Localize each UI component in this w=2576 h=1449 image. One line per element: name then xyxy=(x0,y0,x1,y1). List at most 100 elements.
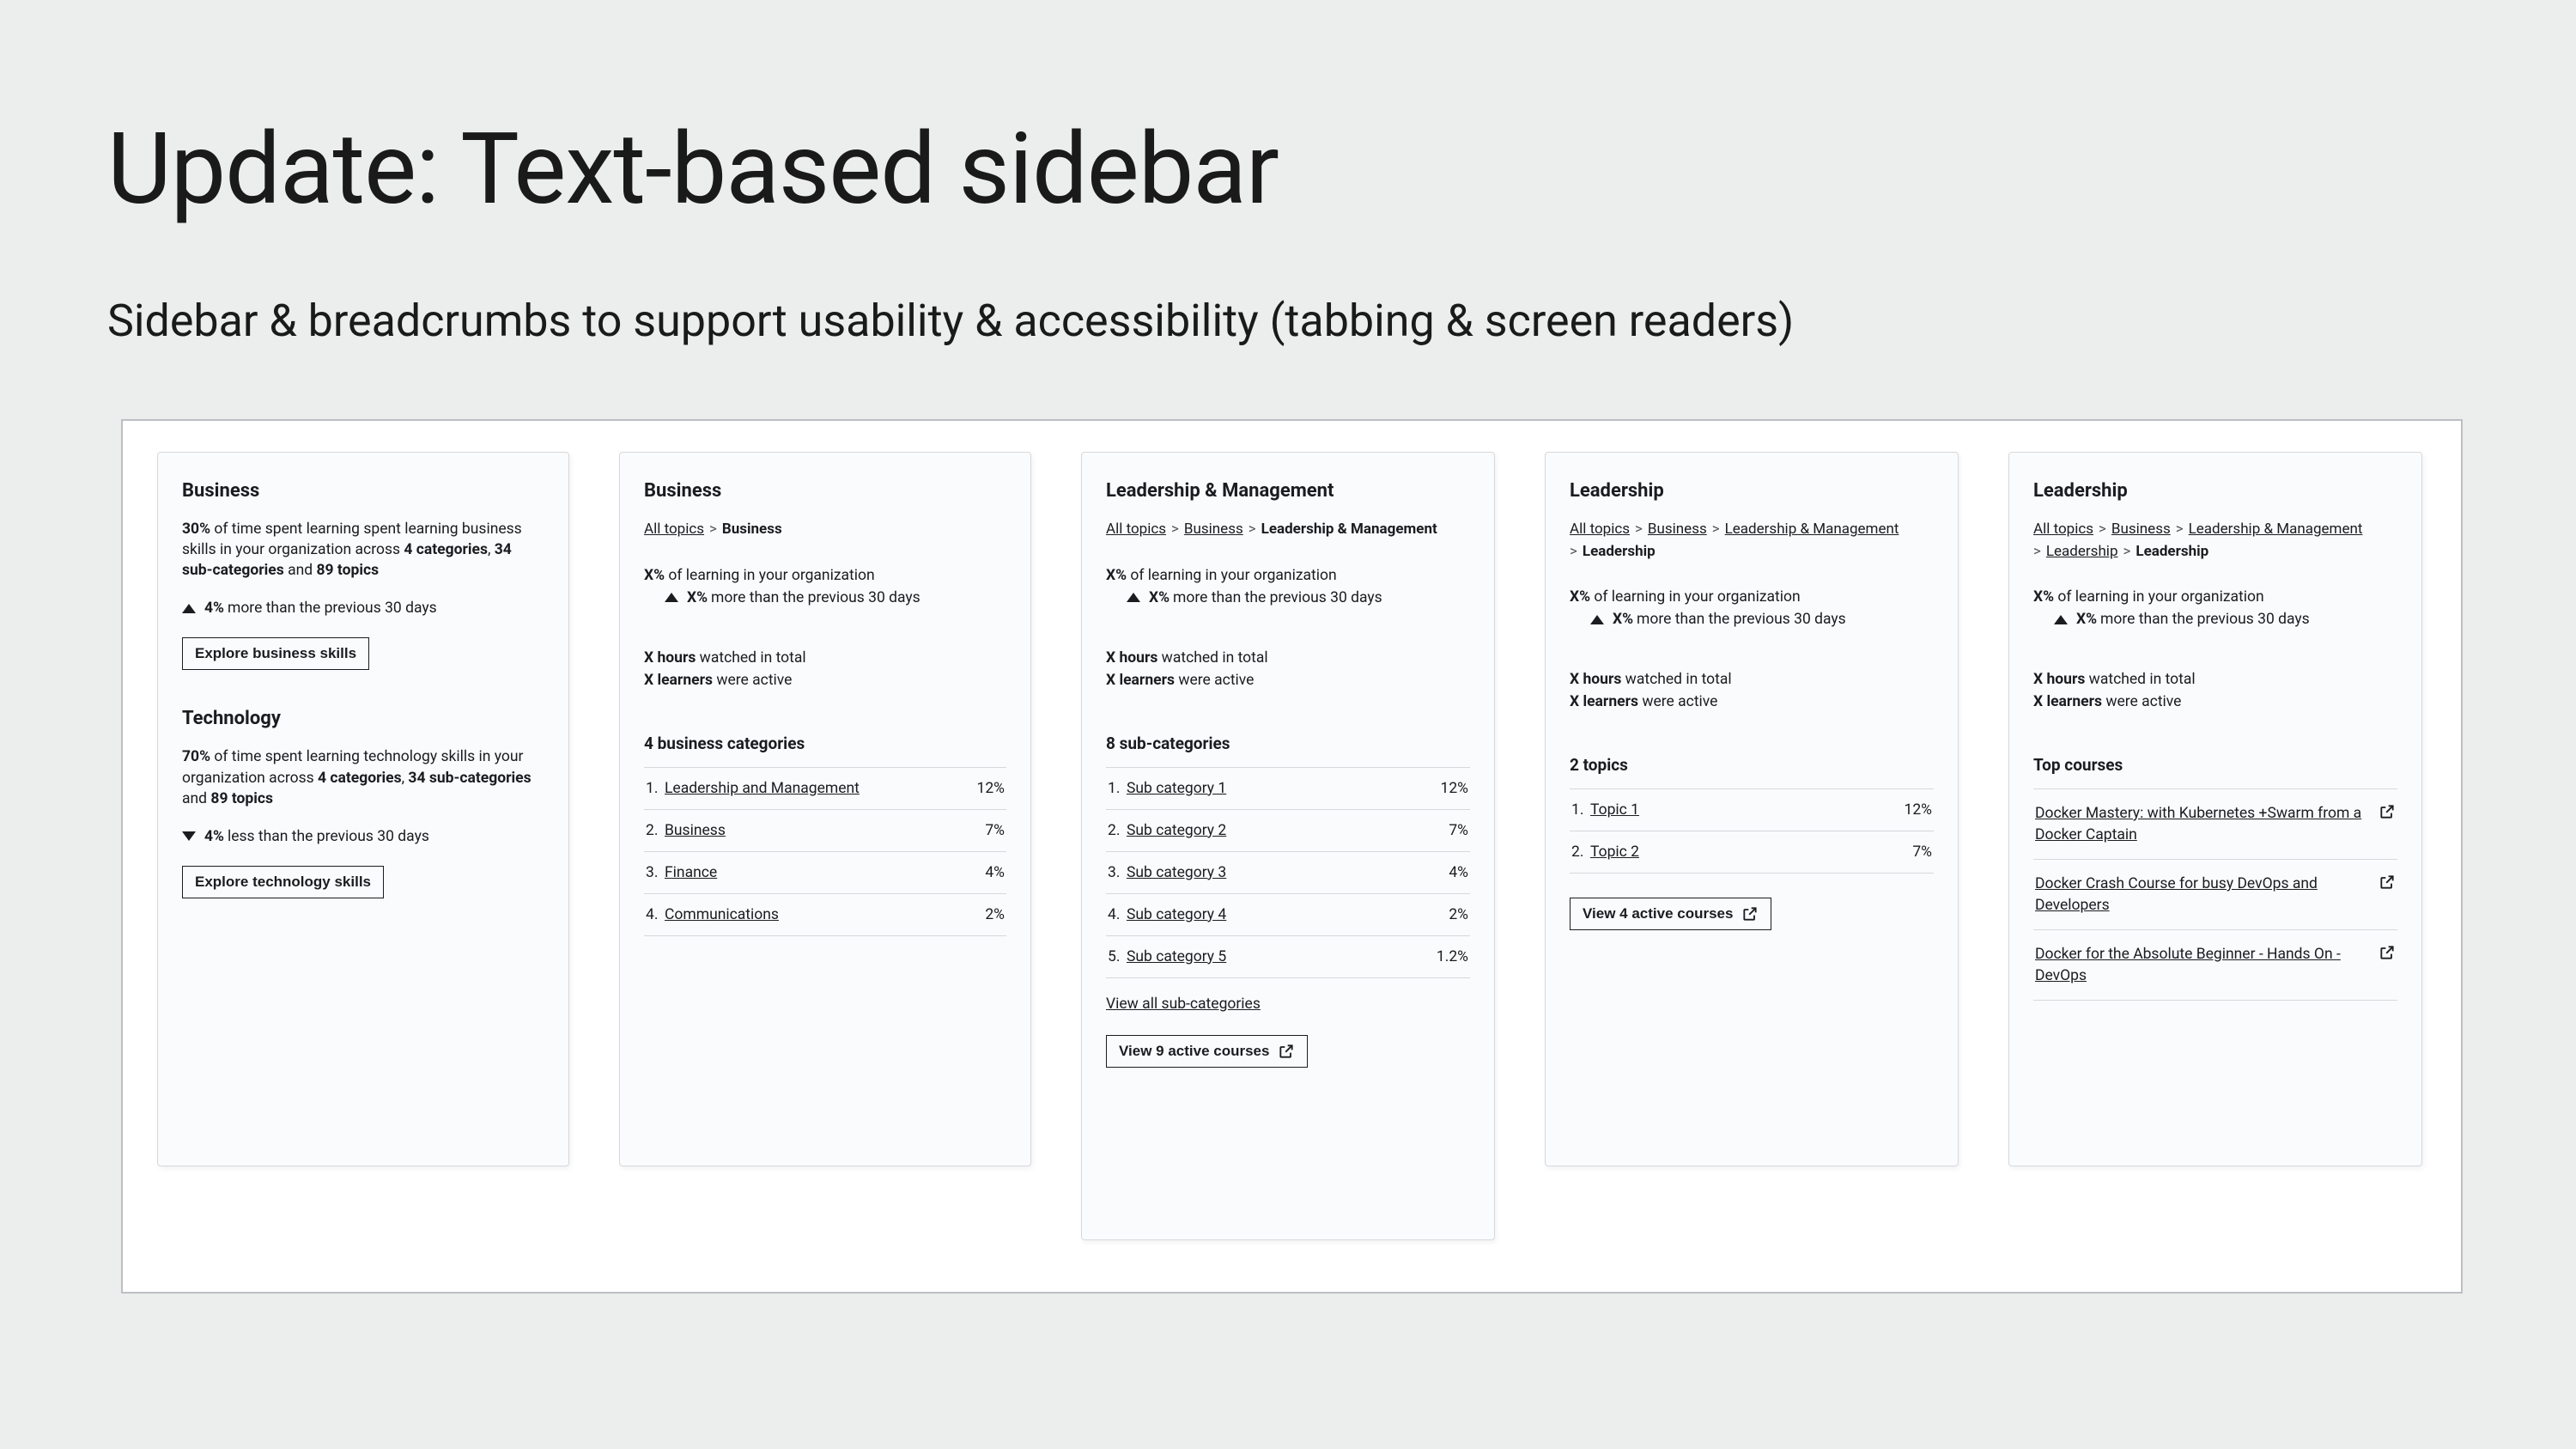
list-item: 3.Sub category 34% xyxy=(1106,852,1470,894)
panel-business: Business All topics>Business X% of learn… xyxy=(619,452,1031,1166)
crumb-current: Leadership xyxy=(1583,543,1656,560)
triangle-down-icon xyxy=(182,831,196,841)
panel-leadership-management: Leadership & Management All topics>Busin… xyxy=(1081,452,1495,1240)
crumb-current: Leadership xyxy=(2136,543,2208,560)
slide-subtitle: Sidebar & breadcrumbs to support usabili… xyxy=(107,295,2469,347)
crumb-business[interactable]: Business xyxy=(1184,521,1243,538)
panel4-breadcrumb: All topics>Business>Leadership & Managem… xyxy=(1570,519,1934,563)
panel4-org-pct: X% of learning in your organization xyxy=(1570,588,1934,606)
triangle-up-icon xyxy=(1127,593,1140,602)
crumb-leadership-management[interactable]: Leadership & Management xyxy=(2189,521,2363,538)
external-link-icon[interactable] xyxy=(2379,803,2396,820)
subcategory-link[interactable]: Sub category 2 xyxy=(1127,822,1449,839)
panel5-org-pct: X% of learning in your organization xyxy=(2033,588,2397,606)
panel3-learners: X learners were active xyxy=(1106,672,1470,689)
course-link[interactable]: Docker Mastery: with Kubernetes +Swarm f… xyxy=(2035,803,2366,845)
mockup-canvas: Business 30% of time spent learning spen… xyxy=(121,419,2463,1294)
technology-delta: 4% less than the previous 30 days xyxy=(182,828,544,845)
course-link[interactable]: Docker Crash Course for busy DevOps and … xyxy=(2035,874,2366,916)
panel3-breadcrumb: All topics>Business>Leadership & Managem… xyxy=(1106,519,1470,541)
panel5-heading: Leadership xyxy=(2033,480,2397,502)
triangle-up-icon xyxy=(1590,615,1604,624)
topic-link[interactable]: Topic 1 xyxy=(1590,801,1905,819)
panel2-breadcrumb: All topics>Business xyxy=(644,519,1006,541)
explore-technology-button[interactable]: Explore technology skills xyxy=(182,866,384,898)
panel4-heading: Leadership xyxy=(1570,480,1934,502)
list-item: 3.Finance4% xyxy=(644,852,1006,894)
crumb-leadership-management[interactable]: Leadership & Management xyxy=(1725,521,1899,538)
panel-leadership-topics: Leadership All topics>Business>Leadershi… xyxy=(1545,452,1959,1166)
panel3-hours: X hours watched in total xyxy=(1106,649,1470,667)
list-item: 2.Topic 27% xyxy=(1570,831,1934,874)
subcategory-link[interactable]: Sub category 5 xyxy=(1127,948,1437,965)
crumb-business[interactable]: Business xyxy=(1648,521,1707,538)
list-item: 4.Communications2% xyxy=(644,894,1006,936)
triangle-up-icon xyxy=(2054,615,2068,624)
list-item: 2.Sub category 27% xyxy=(1106,810,1470,852)
crumb-all-topics[interactable]: All topics xyxy=(1570,521,1630,538)
view-active-courses-button[interactable]: View 4 active courses xyxy=(1570,898,1771,930)
list-item: 2.Business7% xyxy=(644,810,1006,852)
crumb-leadership[interactable]: Leadership xyxy=(2046,543,2118,560)
panel2-list: 1.Leadership and Management12% 2.Busines… xyxy=(644,767,1006,936)
topic-link[interactable]: Topic 2 xyxy=(1590,843,1912,861)
subcategory-link[interactable]: Sub category 4 xyxy=(1127,906,1449,923)
panel2-delta: X% more than the previous 30 days xyxy=(665,589,1006,606)
category-link[interactable]: Communications xyxy=(665,906,985,923)
panel3-list-heading: 8 sub-categories xyxy=(1106,734,1470,753)
list-item: 1.Leadership and Management12% xyxy=(644,768,1006,810)
course-item: Docker Mastery: with Kubernetes +Swarm f… xyxy=(2033,788,2397,860)
list-item: 1.Sub category 112% xyxy=(1106,768,1470,810)
crumb-business[interactable]: Business xyxy=(2111,521,2171,538)
panel4-hours: X hours watched in total xyxy=(1570,671,1934,688)
panel3-list: 1.Sub category 112% 2.Sub category 27% 3… xyxy=(1106,767,1470,978)
category-link[interactable]: Finance xyxy=(665,864,985,881)
technology-heading: Technology xyxy=(182,708,544,729)
course-item: Docker Crash Course for busy DevOps and … xyxy=(2033,860,2397,930)
panel3-delta: X% more than the previous 30 days xyxy=(1127,589,1470,606)
panel-leadership-courses: Leadership All topics>Business>Leadershi… xyxy=(2008,452,2422,1166)
triangle-up-icon xyxy=(182,604,196,613)
panel2-learners: X learners were active xyxy=(644,672,1006,689)
top-courses-list: Docker Mastery: with Kubernetes +Swarm f… xyxy=(2033,788,2397,1001)
course-item: Docker for the Absolute Beginner - Hands… xyxy=(2033,930,2397,1001)
external-link-icon xyxy=(1278,1043,1295,1060)
panel2-list-heading: 4 business categories xyxy=(644,734,1006,753)
panel2-org-pct: X% of learning in your organization xyxy=(644,567,1006,584)
panel4-list: 1.Topic 112% 2.Topic 27% xyxy=(1570,788,1934,874)
panel4-delta: X% more than the previous 30 days xyxy=(1590,611,1934,628)
crumb-current: Leadership & Management xyxy=(1261,521,1437,538)
list-item: 5.Sub category 51.2% xyxy=(1106,936,1470,978)
list-item: 1.Topic 112% xyxy=(1570,789,1934,831)
triangle-up-icon xyxy=(665,593,678,602)
panel5-list-heading: Top courses xyxy=(2033,755,2397,775)
list-item: 4.Sub category 42% xyxy=(1106,894,1470,936)
view-active-courses-button[interactable]: View 9 active courses xyxy=(1106,1035,1308,1068)
crumb-all-topics[interactable]: All topics xyxy=(644,521,704,538)
panel2-heading: Business xyxy=(644,480,1006,502)
view-all-subcategories-link[interactable]: View all sub-categories xyxy=(1106,995,1261,1013)
subcategory-link[interactable]: Sub category 1 xyxy=(1127,780,1441,797)
technology-summary: 70% of time spent learning technology sk… xyxy=(182,746,544,808)
panel-overview: Business 30% of time spent learning spen… xyxy=(157,452,569,1166)
slide-title: Update: Text-based sidebar xyxy=(107,112,2469,228)
explore-business-button[interactable]: Explore business skills xyxy=(182,637,369,670)
panel5-delta: X% more than the previous 30 days xyxy=(2054,611,2397,628)
panel2-hours: X hours watched in total xyxy=(644,649,1006,667)
panel4-learners: X learners were active xyxy=(1570,693,1934,710)
panel5-hours: X hours watched in total xyxy=(2033,671,2397,688)
panel3-heading: Leadership & Management xyxy=(1106,480,1470,502)
crumb-all-topics[interactable]: All topics xyxy=(1106,521,1166,538)
external-link-icon[interactable] xyxy=(2379,944,2396,961)
course-link[interactable]: Docker for the Absolute Beginner - Hands… xyxy=(2035,944,2366,986)
category-link[interactable]: Leadership and Management xyxy=(665,780,977,797)
subcategory-link[interactable]: Sub category 3 xyxy=(1127,864,1449,881)
business-delta: 4% more than the previous 30 days xyxy=(182,600,544,617)
category-link[interactable]: Business xyxy=(665,822,985,839)
crumb-all-topics[interactable]: All topics xyxy=(2033,521,2093,538)
panel4-list-heading: 2 topics xyxy=(1570,755,1934,775)
external-link-icon xyxy=(1741,905,1759,922)
panel3-org-pct: X% of learning in your organization xyxy=(1106,567,1470,584)
crumb-current: Business xyxy=(722,521,782,538)
external-link-icon[interactable] xyxy=(2379,874,2396,891)
